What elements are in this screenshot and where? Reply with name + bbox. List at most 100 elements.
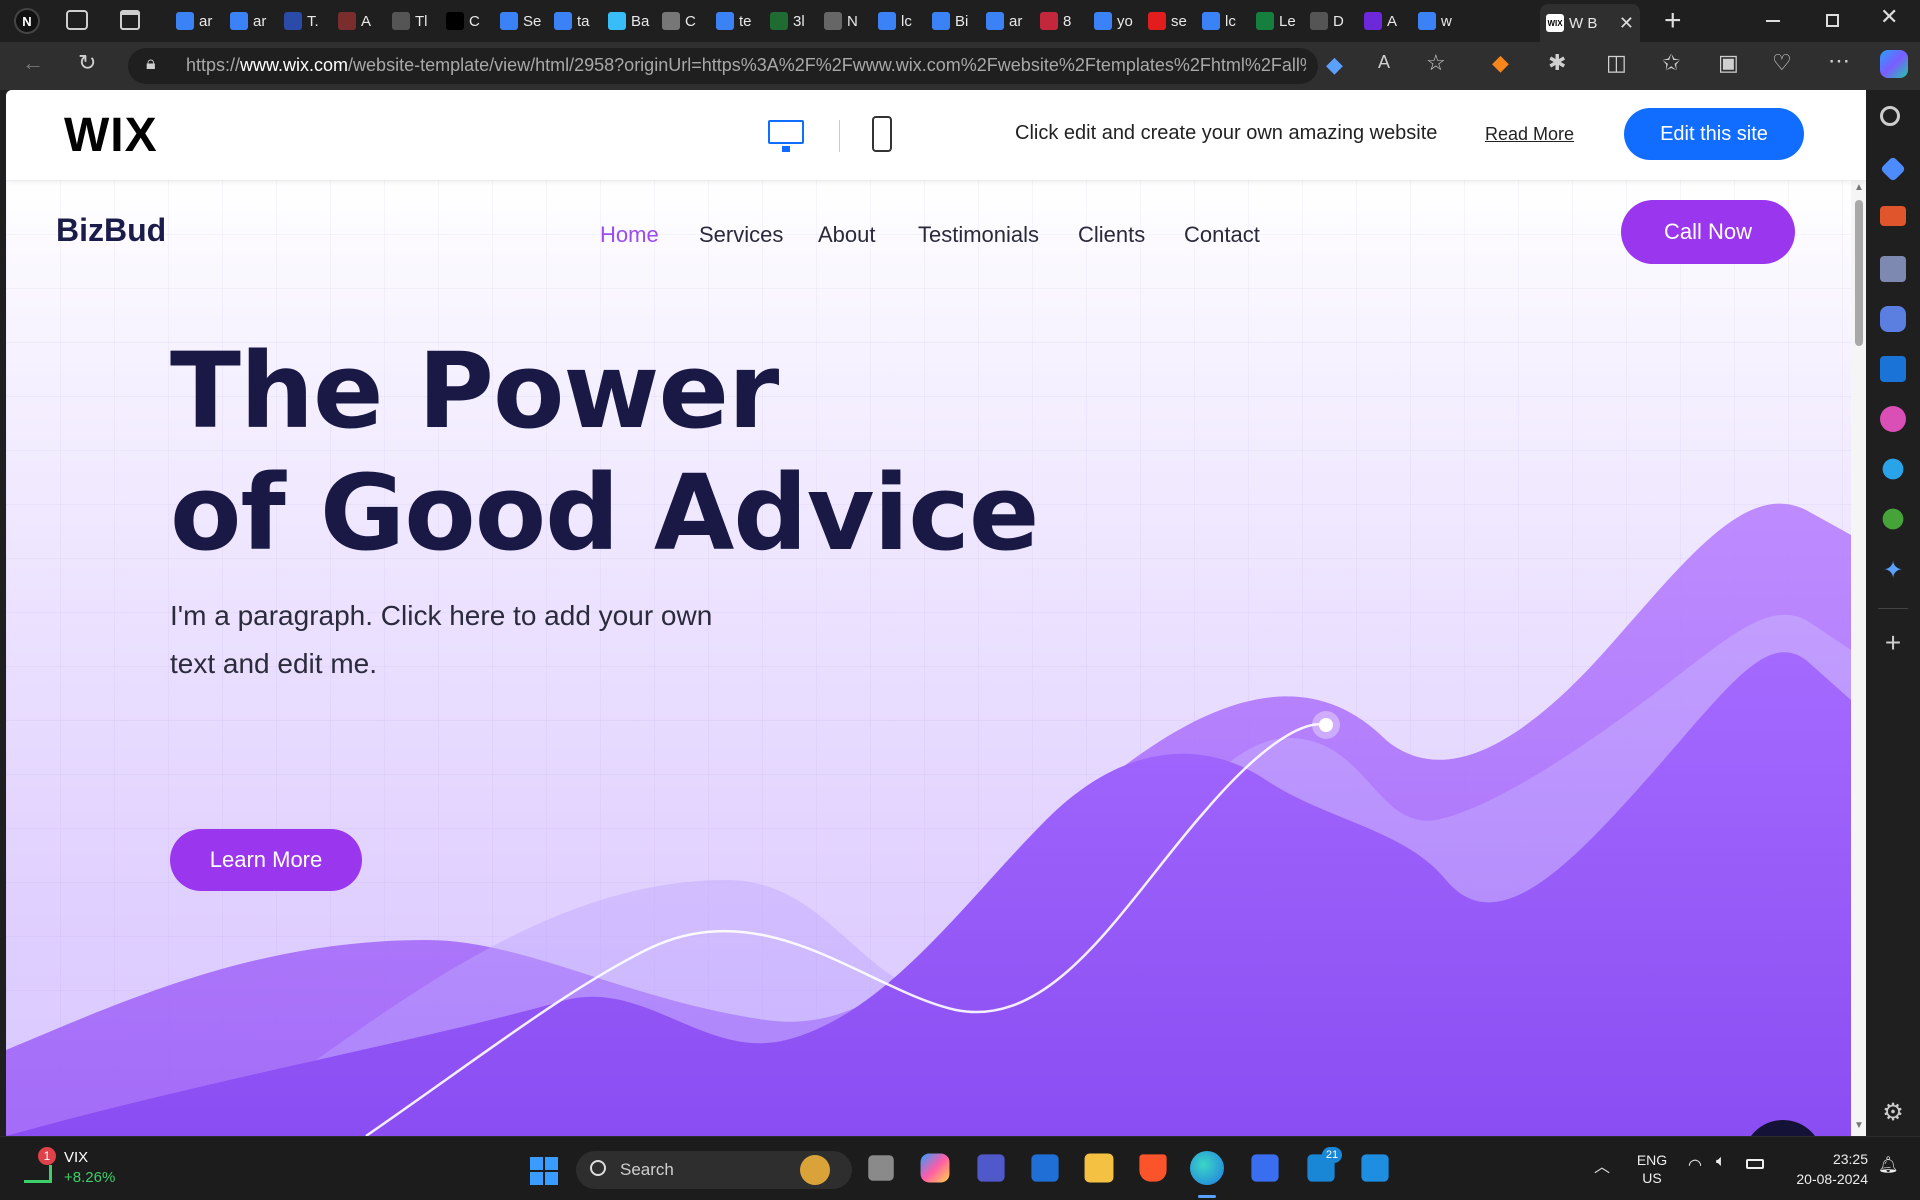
split-screen-icon[interactable]: ◫: [1606, 50, 1627, 76]
clock[interactable]: 23:25 20-08-2024: [1780, 1149, 1868, 1189]
stock-widget[interactable]: 1 VIX +8.26%: [24, 1147, 134, 1191]
browser-tab[interactable]: Bi: [926, 6, 980, 36]
vscode-icon[interactable]: [1361, 1154, 1389, 1182]
favorites-icon[interactable]: ✩: [1662, 50, 1680, 76]
brave-icon[interactable]: [1139, 1154, 1167, 1182]
nav-testimonials[interactable]: Testimonials: [918, 222, 1039, 248]
extensions-icon[interactable]: ✱: [1548, 50, 1566, 76]
price-tag-icon[interactable]: ◆: [1326, 52, 1343, 78]
designer-icon[interactable]: [1880, 406, 1906, 432]
hero-headline[interactable]: The Power of Good Advice: [170, 330, 1039, 574]
search-highlight-icon: [800, 1155, 830, 1185]
nav-contact[interactable]: Contact: [1184, 222, 1260, 248]
tab-active[interactable]: WIX W B ✕: [1540, 4, 1640, 42]
copilot-365-icon[interactable]: [1880, 306, 1906, 332]
collections-icon[interactable]: ▣: [1718, 50, 1739, 76]
site-brand[interactable]: BizBud: [56, 212, 166, 249]
wifi-icon[interactable]: ◠: [1688, 1155, 1702, 1175]
browser-tab[interactable]: T.: [278, 6, 332, 36]
scroll-up-arrow[interactable]: ▲: [1854, 182, 1864, 193]
read-more-link[interactable]: Read More: [1485, 124, 1574, 145]
browser-tab[interactable]: Le: [1250, 6, 1304, 36]
volume-icon[interactable]: 🔈︎: [1716, 1153, 1726, 1171]
browser-tab[interactable]: ar: [980, 6, 1034, 36]
edge-icon[interactable]: [1190, 1151, 1224, 1185]
nav-about[interactable]: About: [818, 222, 876, 248]
more-menu-icon[interactable]: ⋯: [1828, 48, 1850, 74]
browser-tab[interactable]: yo: [1088, 6, 1142, 36]
workspaces-icon[interactable]: [66, 10, 88, 30]
nav-home[interactable]: Home: [600, 222, 659, 248]
hero-paragraph[interactable]: I'm a paragraph. Click here to add your …: [170, 592, 730, 688]
learn-more-button[interactable]: Learn More: [170, 829, 362, 891]
browser-tab[interactable]: se: [1142, 6, 1196, 36]
close-tab-icon[interactable]: ✕: [1619, 13, 1634, 34]
wave-icon: [608, 12, 626, 30]
desktop-view-icon[interactable]: [768, 120, 804, 152]
favorite-star-icon[interactable]: ☆: [1426, 50, 1446, 76]
browser-tab[interactable]: w: [1412, 6, 1466, 36]
outlook-icon[interactable]: [1880, 356, 1906, 382]
browser-tab[interactable]: N: [818, 6, 872, 36]
browser-tab[interactable]: A: [1358, 6, 1412, 36]
page-scrollbar[interactable]: ▲ ▼: [1851, 180, 1866, 1136]
browser-essentials-icon[interactable]: ♡: [1772, 50, 1792, 76]
file-explorer-icon[interactable]: [1084, 1153, 1114, 1183]
mobile-view-icon[interactable]: [872, 116, 892, 152]
notification-bell-icon[interactable]: 🔔︎: [1878, 1155, 1898, 1175]
tree-icon[interactable]: [1882, 508, 1904, 530]
metamask-icon[interactable]: ◆: [1492, 50, 1509, 76]
show-hidden-icons-icon[interactable]: ︿: [1594, 1153, 1610, 1177]
taskbar-search[interactable]: Search: [576, 1151, 852, 1189]
browser-tab[interactable]: ta: [548, 6, 602, 36]
read-aloud-icon[interactable]: A: [1378, 52, 1390, 73]
nav-services[interactable]: Services: [699, 222, 783, 248]
restore-button[interactable]: [1826, 14, 1839, 27]
vmware-icon[interactable]: [1251, 1154, 1279, 1182]
browser-tab[interactable]: Tl: [386, 6, 440, 36]
browser-tab[interactable]: C: [656, 6, 710, 36]
task-view-icon[interactable]: [868, 1155, 894, 1181]
browser-tab[interactable]: 3l: [764, 6, 818, 36]
back-icon[interactable]: ←: [22, 50, 44, 76]
minimize-button[interactable]: [1766, 20, 1780, 22]
settings-gear-icon[interactable]: ⚙: [1880, 1098, 1906, 1126]
browser-tab[interactable]: lc: [872, 6, 926, 36]
browser-tab[interactable]: ar: [224, 6, 278, 36]
start-button[interactable]: [530, 1157, 558, 1185]
browser-tab[interactable]: ar: [170, 6, 224, 36]
wix-logo[interactable]: WIX: [64, 108, 158, 163]
add-icon[interactable]: +: [1880, 629, 1906, 657]
chat-button[interactable]: [1743, 1120, 1823, 1136]
copilot-icon[interactable]: [1880, 50, 1908, 78]
teams-icon[interactable]: [977, 1154, 1005, 1182]
nav-clients[interactable]: Clients: [1078, 222, 1145, 248]
toolbox-icon[interactable]: [1880, 206, 1906, 226]
telegram-icon[interactable]: [1882, 458, 1904, 480]
scroll-thumb[interactable]: [1855, 200, 1863, 346]
browser-tab[interactable]: A: [332, 6, 386, 36]
browser-tab[interactable]: Se: [494, 6, 548, 36]
browser-tab[interactable]: lc: [1196, 6, 1250, 36]
browser-tab[interactable]: te: [710, 6, 764, 36]
search-icon[interactable]: [1880, 106, 1900, 126]
close-window-button[interactable]: ✕: [1880, 4, 1898, 30]
browser-tab[interactable]: Ba: [602, 6, 656, 36]
language-indicator[interactable]: ENG US: [1636, 1151, 1668, 1187]
new-tab-button[interactable]: +: [1664, 4, 1682, 38]
battery-icon[interactable]: [1746, 1159, 1764, 1169]
call-now-button[interactable]: Call Now: [1621, 200, 1795, 264]
copilot-app-icon[interactable]: [920, 1153, 950, 1183]
edit-site-button[interactable]: Edit this site: [1624, 108, 1804, 160]
sparkle-icon[interactable]: ✦: [1880, 556, 1906, 584]
refresh-icon[interactable]: ↻: [78, 50, 96, 76]
browser-tab[interactable]: 8: [1034, 6, 1088, 36]
scroll-down-arrow[interactable]: ▼: [1854, 1120, 1864, 1131]
tab-actions-icon[interactable]: [120, 10, 140, 30]
browser-tab[interactable]: D: [1304, 6, 1358, 36]
profile-avatar[interactable]: N: [14, 8, 40, 34]
shopping-tag-icon[interactable]: [1880, 156, 1906, 182]
store-app-icon[interactable]: [1031, 1154, 1059, 1182]
games-icon[interactable]: [1880, 256, 1906, 282]
browser-tab[interactable]: C: [440, 6, 494, 36]
